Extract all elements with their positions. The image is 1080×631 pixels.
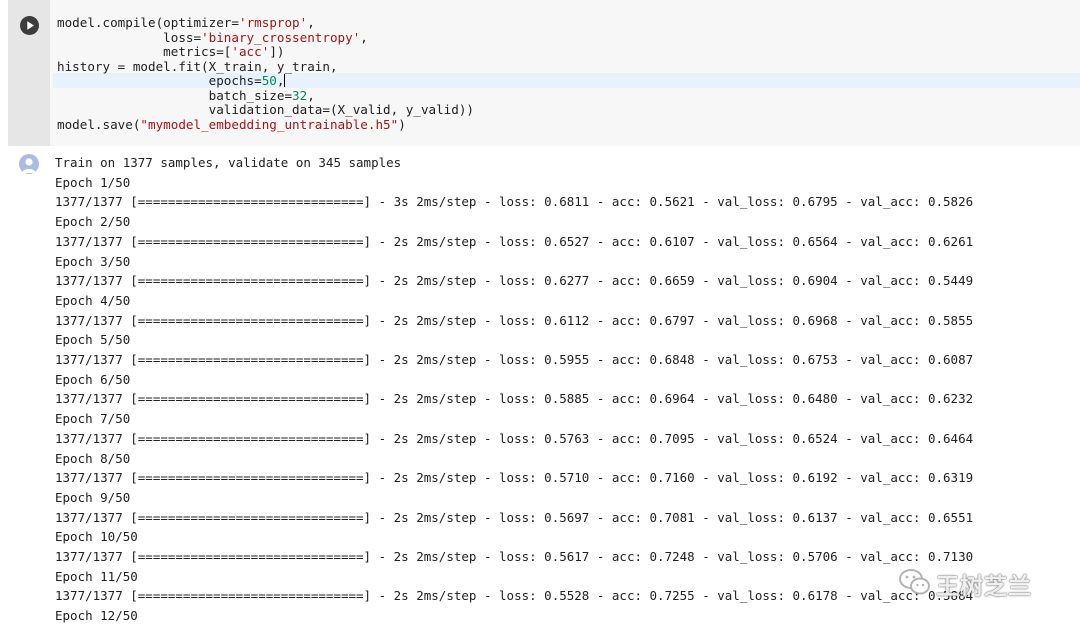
code-editor[interactable]: model.compile(optimizer='rmsprop', loss=… xyxy=(50,0,1080,146)
epoch-progress: 1377/1377 [=============================… xyxy=(55,352,974,367)
epoch-progress: 1377/1377 [=============================… xyxy=(55,470,974,486)
epoch-label: Epoch 2/50 xyxy=(55,214,131,230)
code-line: epochs=50, xyxy=(57,73,286,88)
epoch-progress: 1377/1377 [=============================… xyxy=(55,273,974,289)
epoch-progress: 1377/1377 [=============================… xyxy=(55,430,974,446)
epoch-label: Epoch 5/50 xyxy=(55,332,131,348)
epoch-progress: 1377/1377 [=============================… xyxy=(55,549,974,564)
training-summary: Train on 1377 samples, validate on 345 s… xyxy=(55,155,402,170)
epoch-label: Epoch 6/50 xyxy=(55,371,131,387)
code-line: batch_size=32, xyxy=(57,88,315,103)
notebook-page: model.compile(optimizer='rmsprop', loss=… xyxy=(0,0,1080,631)
code-line: metrics=['acc']) xyxy=(57,44,285,59)
code-line: loss='binary_crossentropy', xyxy=(57,30,368,45)
epoch-progress: 1377/1377 [=============================… xyxy=(55,194,974,210)
code-line: validation_data=(X_valid, y_valid)) xyxy=(57,102,475,117)
code-line: model.save("mymodel_embedding_untrainabl… xyxy=(57,117,406,132)
epoch-progress: 1377/1377 [=============================… xyxy=(55,509,974,525)
epoch-progress: 1377/1377 [=============================… xyxy=(55,391,974,407)
code-cell: model.compile(optimizer='rmsprop', loss=… xyxy=(0,0,1080,146)
epoch-progress: 1377/1377 [=============================… xyxy=(55,233,974,249)
epoch-label: Epoch 9/50 xyxy=(55,489,131,505)
output-cell: Train on 1377 samples, validate on 345 s… xyxy=(0,146,1080,631)
code-line: model.compile(optimizer='rmsprop', xyxy=(57,15,315,30)
epoch-label: Epoch 1/50 xyxy=(55,174,131,190)
epoch-progress: 1377/1377 [=============================… xyxy=(55,588,974,604)
epoch-progress: 1377/1377 [=============================… xyxy=(55,312,974,328)
epoch-label: Epoch 4/50 xyxy=(55,292,131,308)
code-line: history = model.fit(X_train, y_train, xyxy=(57,59,338,74)
epoch-label: Epoch 8/50 xyxy=(55,450,131,466)
play-icon xyxy=(27,21,34,30)
epoch-label: Epoch 11/50 xyxy=(55,568,138,584)
text-caret xyxy=(284,74,286,87)
epoch-label: Epoch 3/50 xyxy=(55,253,131,269)
epoch-label: Epoch 12/50 xyxy=(55,608,138,624)
epoch-label: Epoch 7/50 xyxy=(55,411,131,427)
output-user-icon xyxy=(19,154,39,174)
run-cell-button[interactable] xyxy=(20,16,39,35)
epoch-label: Epoch 10/50 xyxy=(55,529,138,545)
